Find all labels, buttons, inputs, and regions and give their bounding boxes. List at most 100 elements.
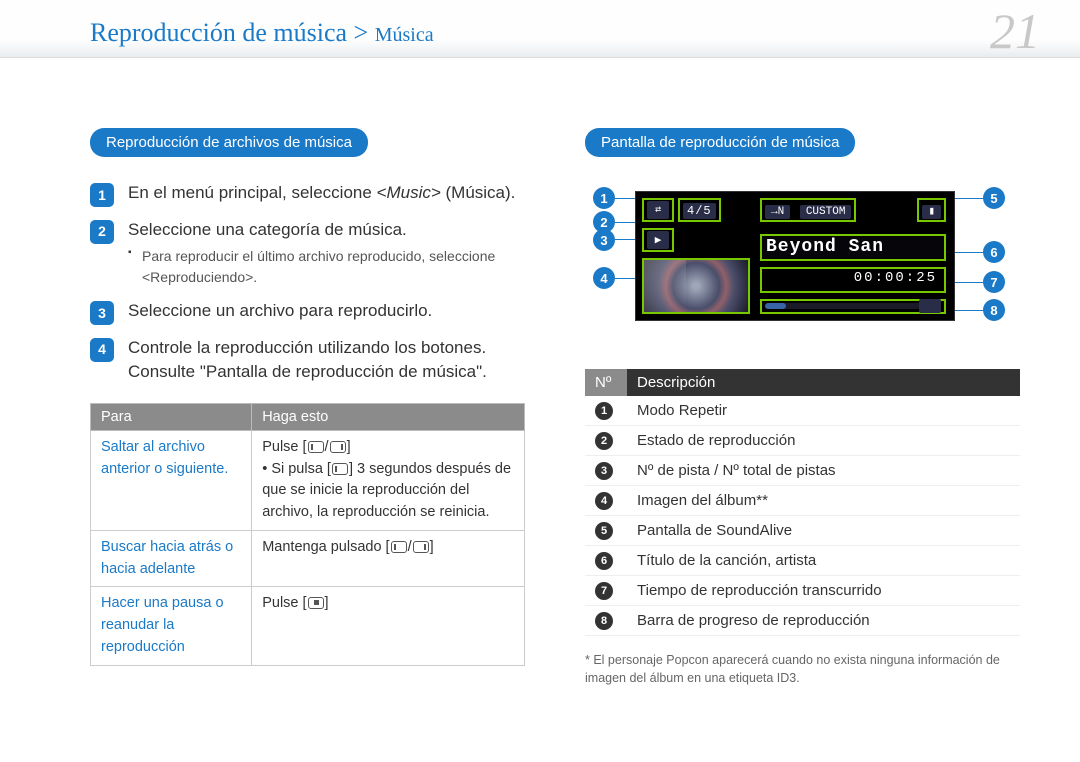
step-list: 1 En el menú principal, seleccione <Musi… [90, 181, 525, 385]
row-num: 5 [595, 522, 613, 540]
page-number: 21 [990, 2, 1040, 60]
table-row: Saltar al archivo anterior o siguiente. … [91, 430, 525, 530]
battery-box: ▮ [917, 198, 946, 222]
track-counter: 4/5 [683, 203, 716, 219]
callout-5: 5 [983, 187, 1005, 209]
step-1: 1 En el menú principal, seleccione <Musi… [90, 181, 525, 206]
row-desc: Tiempo de reproducción transcurrido [627, 576, 1020, 606]
row-desc: Estado de reproducción [627, 426, 1020, 456]
section-title-left: Reproducción de archivos de música [90, 128, 368, 157]
cell-haga: Mantenga pulsado [/] [252, 530, 525, 587]
manual-page: Reproducción de música > Música 21 Repro… [0, 0, 1080, 762]
step-text: Seleccione una categoría de música. [128, 220, 407, 239]
play-state-box: ▶ [642, 228, 674, 252]
next-key-icon [413, 541, 429, 553]
step-text: Controle la reproducción utilizando los … [128, 338, 487, 382]
table-row: Hacer una pausa o reanudar la reproducci… [91, 587, 525, 665]
next-key-icon [330, 441, 346, 453]
step-text: En el menú principal, seleccione <Music>… [128, 183, 515, 202]
step-4: 4 Controle la reproducción utilizando lo… [90, 336, 525, 385]
prev-key-icon [391, 541, 407, 553]
track-counter-box: 4/5 [678, 198, 721, 222]
progress-bar [765, 303, 941, 309]
description-table: Nº Descripción 1 Modo Repetir 2Estado de … [585, 369, 1020, 636]
row-desc: Pantalla de SoundAlive [627, 516, 1020, 546]
table-row: 4 Imagen del álbum** [585, 486, 1020, 516]
repeat-mode-box: ⇄ [642, 198, 674, 222]
row-num: 6 [595, 552, 613, 570]
table-row: 1 Modo Repetir [585, 396, 1020, 426]
row-num: 3 [595, 462, 613, 480]
leader-line [955, 252, 983, 253]
play-state-row: ▶ [642, 228, 750, 252]
row-num: 1 [595, 402, 613, 420]
elapsed-time: 00:00:25 [765, 270, 941, 290]
soundalive-row: →N CUSTOM ▮ [760, 198, 946, 222]
table-row: 2Estado de reproducción [585, 426, 1020, 456]
prev-key-icon [332, 463, 348, 475]
progress-row [760, 299, 946, 314]
table-row: 5 Pantalla de SoundAlive [585, 516, 1020, 546]
callout-1: 1 [593, 187, 615, 209]
row-num: 4 [595, 492, 613, 510]
screen-right-pane: →N CUSTOM ▮ Beyond San 00:00:25 [756, 192, 954, 320]
leader-line [955, 310, 983, 311]
soundalive-label: CUSTOM [800, 205, 852, 219]
screen-left-pane: ⇄ 4/5 ▶ [636, 192, 756, 320]
right-column: Pantalla de reproducción de música 1 2 3… [585, 128, 1020, 687]
col-desc: Descripción [627, 369, 1020, 396]
song-title: Beyond San [760, 234, 946, 261]
step-3: 3 Seleccione un archivo para reproducirl… [90, 299, 525, 324]
step-badge: 2 [90, 220, 114, 244]
breadcrumb-sep: > [347, 18, 375, 47]
callout-7: 7 [983, 271, 1005, 293]
controls-table: Para Haga esto Saltar al archivo anterio… [90, 403, 525, 666]
row-num: 8 [595, 612, 613, 630]
callout-6: 6 [983, 241, 1005, 263]
table-header-row: Para Haga esto [91, 403, 525, 430]
table-header-row: Nº Descripción [585, 369, 1020, 396]
table-row: 3 Nº de pista / Nº total de pistas [585, 456, 1020, 486]
step-sub-bullet: Para reproducir el último archivo reprod… [128, 246, 525, 287]
album-art [642, 258, 750, 314]
prev-key-icon [308, 441, 324, 453]
left-column: Reproducción de archivos de música 1 En … [90, 128, 525, 687]
device-screen: ⇄ 4/5 ▶ →N CUSTOM ▮ [635, 191, 955, 321]
table-row: 6 Título de la canción, artista [585, 546, 1020, 576]
row-desc: Barra de progreso de reproducción [627, 606, 1020, 636]
soundalive-arrow: →N [765, 205, 790, 219]
col-num: Nº [585, 369, 627, 396]
col-haga: Haga esto [252, 403, 525, 430]
battery-icon: ▮ [922, 205, 941, 219]
row-desc: Imagen del álbum** [627, 486, 1020, 516]
step-badge: 4 [90, 338, 114, 362]
elapsed-time-box: 00:00:25 [760, 267, 946, 293]
playback-screen-diagram: 1 2 3 4 5 6 7 8 ⇄ [585, 181, 1005, 341]
callout-8: 8 [983, 299, 1005, 321]
table-row: Buscar hacia atrás o hacia adelante Mant… [91, 530, 525, 587]
breadcrumb-sub: Música [375, 24, 434, 46]
row-desc: Modo Repetir [627, 396, 1020, 426]
table-row: 7Tiempo de reproducción transcurrido [585, 576, 1020, 606]
cell-para: Buscar hacia atrás o hacia adelante [91, 530, 252, 587]
screen-top-left: ⇄ 4/5 [642, 198, 750, 222]
play-icon: ▶ [647, 231, 669, 249]
step-badge: 3 [90, 301, 114, 325]
section-title-right: Pantalla de reproducción de música [585, 128, 855, 157]
play-key-icon [308, 597, 324, 609]
cell-para: Hacer una pausa o reanudar la reproducci… [91, 587, 252, 665]
cell-haga: Pulse [] [252, 587, 525, 665]
repeat-icon: ⇄ [647, 201, 669, 219]
breadcrumb: Reproducción de música > Música [90, 18, 1040, 48]
soundalive-box: →N CUSTOM [760, 198, 856, 222]
row-desc: Título de la canción, artista [627, 546, 1020, 576]
col-para: Para [91, 403, 252, 430]
row-desc: Nº de pista / Nº total de pistas [627, 456, 1020, 486]
leader-line [955, 282, 983, 283]
page-header: Reproducción de música > Música 21 [0, 0, 1080, 58]
step-text: Seleccione un archivo para reproducirlo. [128, 301, 432, 320]
cell-haga: Pulse [/] • Si pulsa [] 3 segundos despu… [252, 430, 525, 530]
breadcrumb-main: Reproducción de música [90, 18, 347, 47]
step-badge: 1 [90, 183, 114, 207]
footnote: * El personaje Popcon aparecerá cuando n… [585, 652, 1020, 687]
